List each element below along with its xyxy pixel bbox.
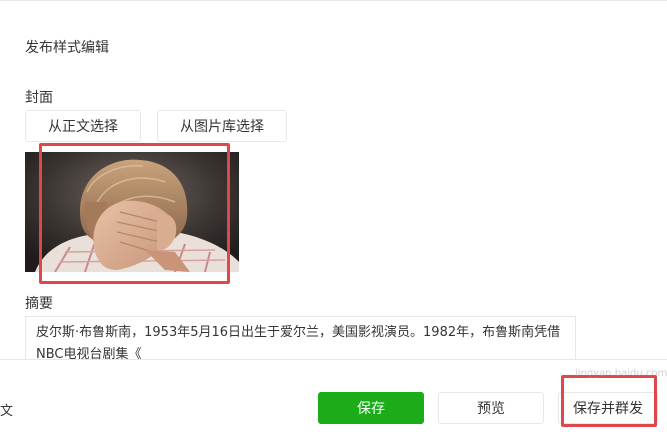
footer-bar: 文 保存 预览 保存并群发 [0, 360, 667, 432]
footer-left-text: 文 [0, 404, 14, 419]
save-button[interactable]: 保存 [318, 392, 424, 424]
summary-label: 摘要 [25, 296, 53, 312]
select-from-library-button[interactable]: 从图片库选择 [157, 110, 287, 142]
watermark: jingyan.baidu.com [575, 368, 667, 379]
top-divider [0, 0, 667, 1]
preview-button[interactable]: 预览 [438, 392, 544, 424]
save-and-publish-button[interactable]: 保存并群发 [558, 392, 658, 424]
select-from-text-button[interactable]: 从正文选择 [25, 110, 141, 142]
cover-photo [25, 152, 239, 272]
cover-label: 封面 [25, 90, 53, 106]
summary-textarea[interactable]: 皮尔斯·布鲁斯南，1953年5月16日出生于爱尔兰，美国影视演员。1982年，布… [25, 316, 576, 360]
cover-image[interactable] [25, 152, 239, 272]
publish-style-editor: 发布样式编辑 封面 从正文选择 从图片库选择 摘要 皮尔斯·布鲁斯南，1953年… [0, 0, 667, 432]
section-title: 发布样式编辑 [25, 40, 109, 56]
